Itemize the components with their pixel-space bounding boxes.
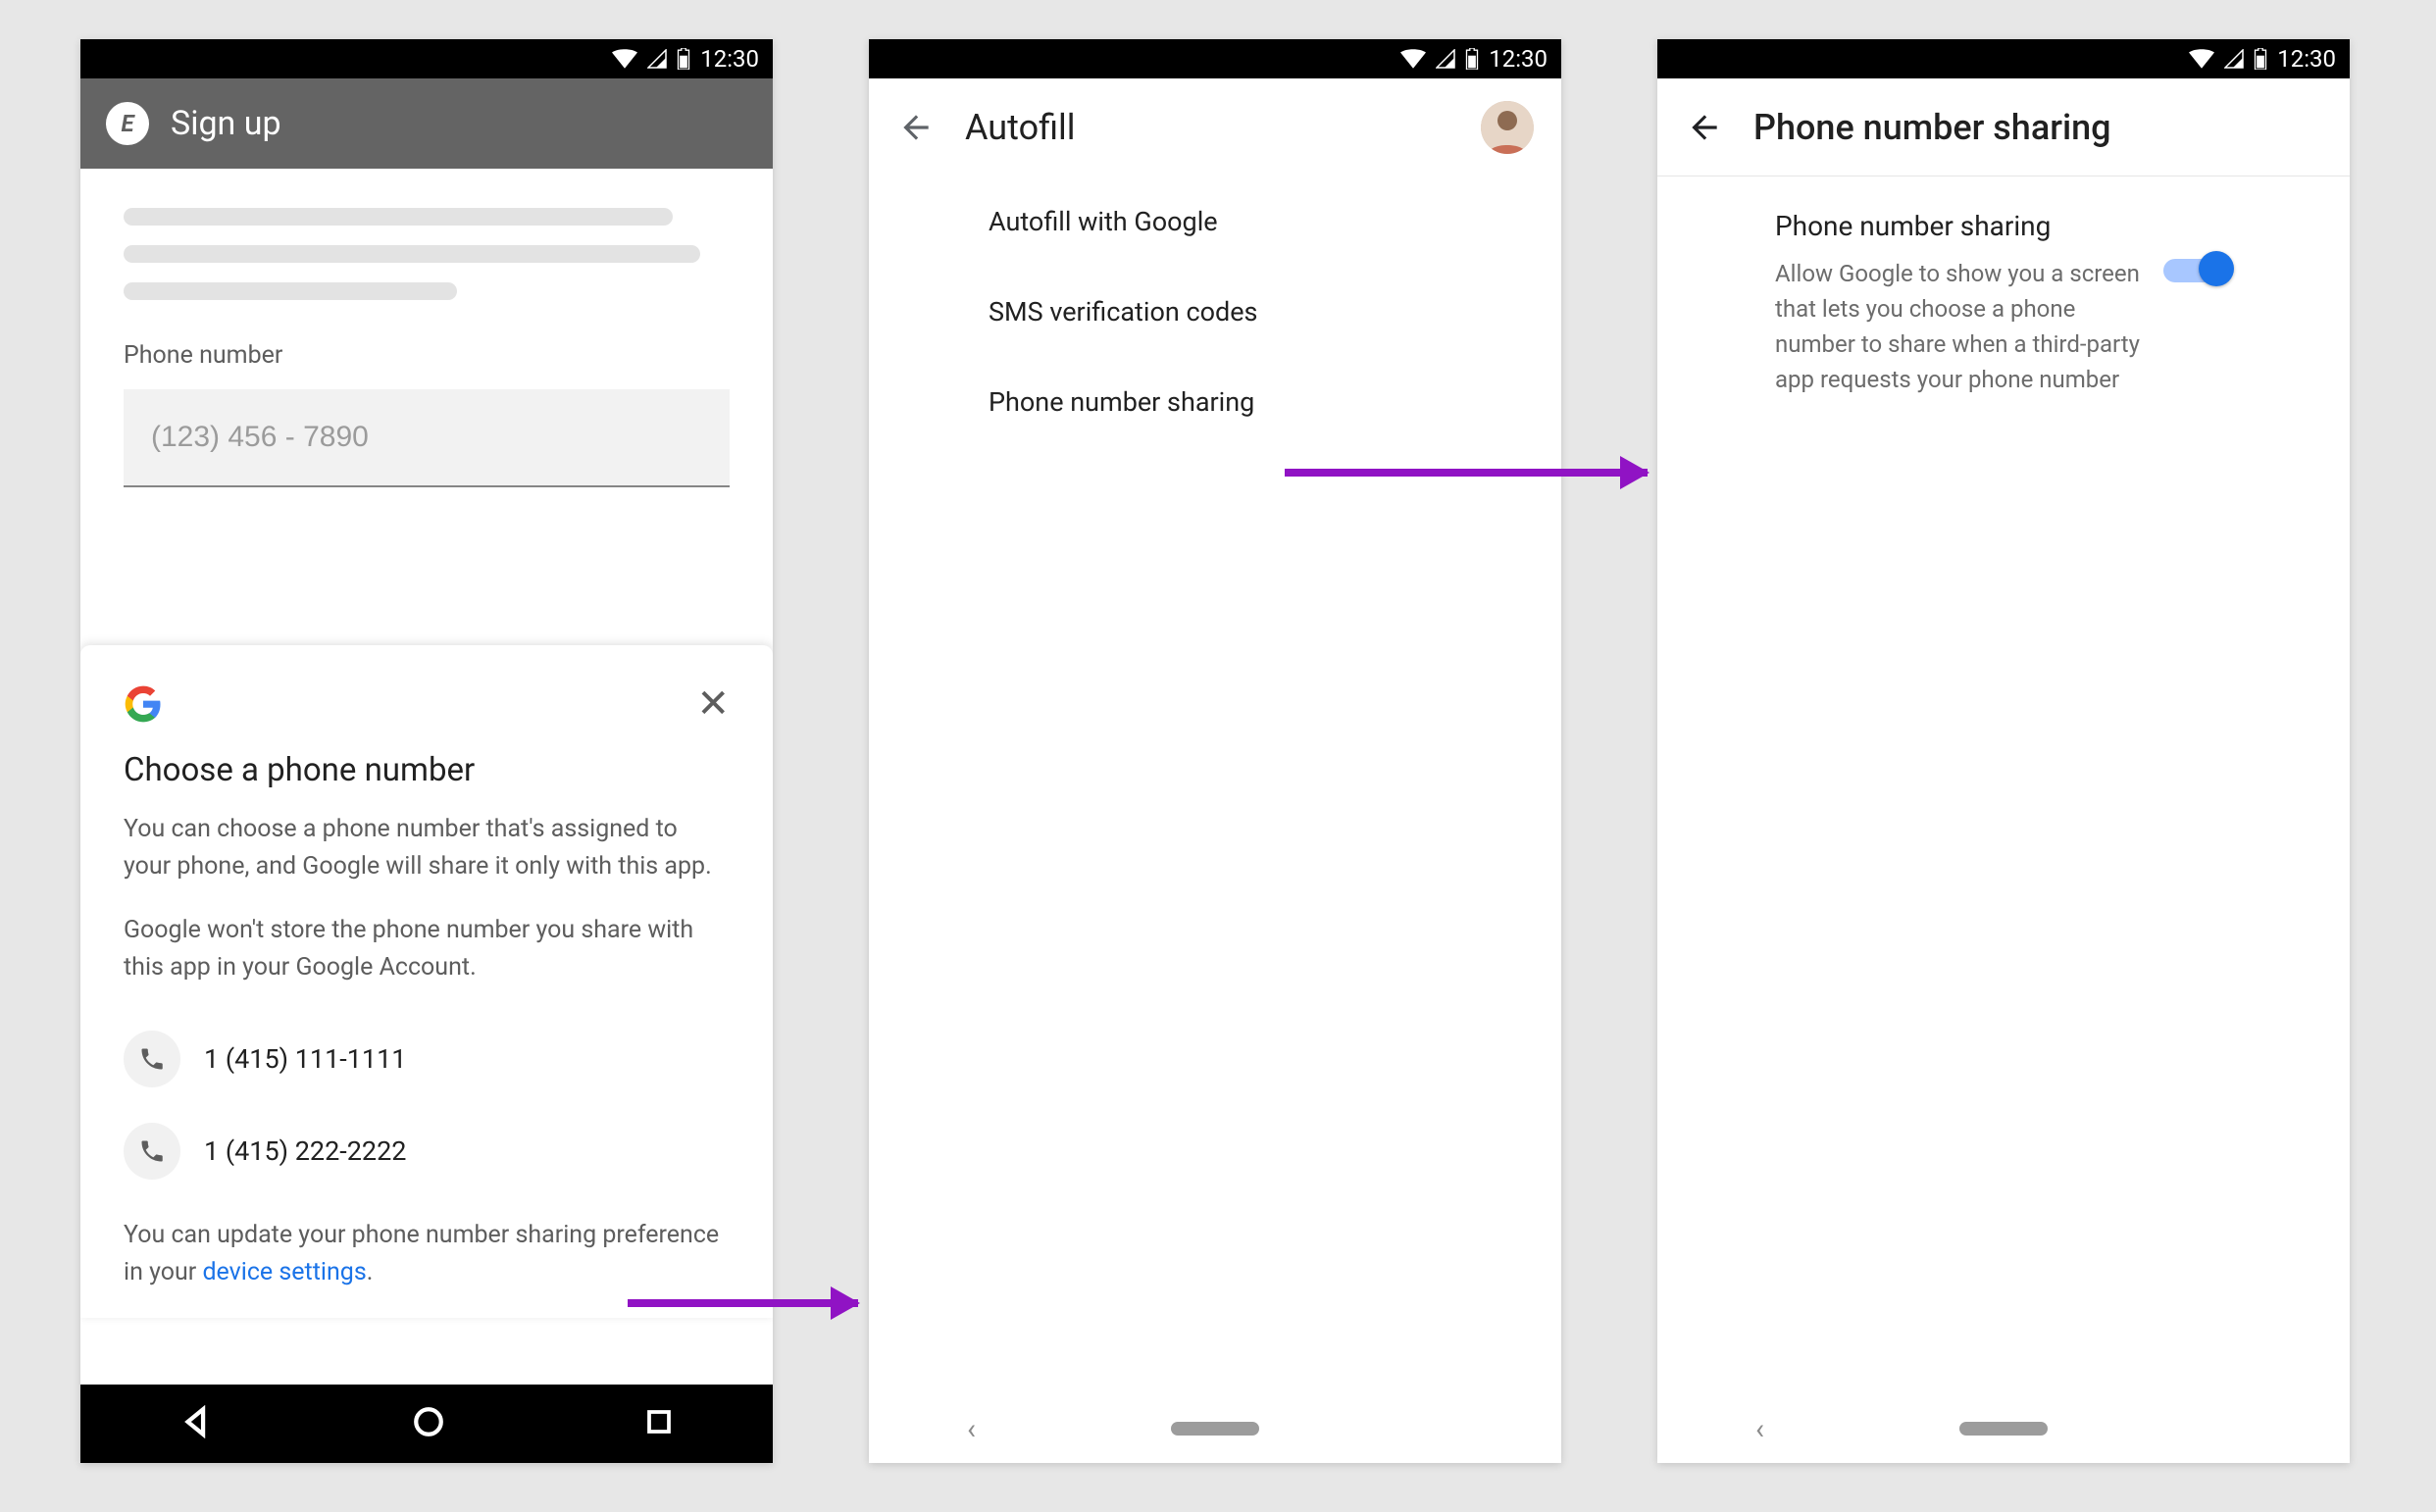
gesture-nav-bar: ‹ [1657,1394,2350,1463]
sheet-paragraph: Google won't store the phone number you … [124,912,730,985]
android-nav-bar [80,1385,773,1463]
sheet-title: Choose a phone number [124,751,730,789]
phone-picker-sheet: ✕ Choose a phone number You can choose a… [80,645,773,1318]
phone-number-option[interactable]: 1 (415) 111-1111 [124,1013,730,1105]
wifi-icon [2189,49,2214,69]
nav-back-icon[interactable] [179,1405,213,1442]
battery-icon [1465,48,1479,70]
wifi-icon [1400,49,1426,69]
settings-item-phone-sharing[interactable]: Phone number sharing [869,357,1561,447]
phone-number-label: 1 (415) 111-1111 [204,1043,406,1075]
phone-autofill-settings: 12:30 Autofill Autofill with Google SMS … [869,39,1561,1463]
nav-recents-icon[interactable] [644,1407,674,1440]
flow-arrow-icon [628,1299,858,1307]
phone-field-label: Phone number [124,341,730,370]
placeholder-line [124,282,457,300]
close-icon[interactable]: ✕ [696,684,730,724]
phone-icon [124,1123,180,1180]
nav-home-icon[interactable] [412,1405,445,1442]
phone-signup: 12:30 E Sign up Phone number ✕ Choose a … [80,39,773,1463]
device-settings-link[interactable]: device settings [202,1258,366,1286]
app-bar: Autofill [869,78,1561,176]
setting-description: Allow Google to show you a screen that l… [1775,256,2144,397]
phone-icon [124,1031,180,1087]
status-bar: 12:30 [80,39,773,78]
status-bar: 12:30 [869,39,1561,78]
settings-list: Autofill with Google SMS verification co… [869,176,1561,447]
phone-input[interactable] [124,389,730,487]
app-bar: E Sign up [80,78,773,169]
status-time: 12:30 [2277,45,2336,73]
back-arrow-icon[interactable] [896,108,936,147]
sheet-paragraph: You can choose a phone number that's ass… [124,811,730,884]
app-bar-title: Sign up [171,104,281,143]
status-bar: 12:30 [1657,39,2350,78]
phone-number-option[interactable]: 1 (415) 222-2222 [124,1105,730,1197]
nav-home-pill-icon[interactable] [1171,1422,1259,1436]
flow-arrow-icon [1285,469,1648,477]
settings-item-sms-codes[interactable]: SMS verification codes [869,267,1561,357]
app-logo-icon: E [106,102,149,145]
nav-back-chevron-icon[interactable]: ‹ [967,1412,976,1446]
app-bar: Phone number sharing [1657,78,2350,176]
app-bar-title: Phone number sharing [1753,107,2322,148]
wifi-icon [612,49,637,69]
footer-text: . [367,1258,374,1286]
setting-title: Phone number sharing [1775,210,2144,242]
cell-signal-icon [2224,49,2244,69]
sheet-footer: You can update your phone number sharing… [124,1217,730,1290]
nav-home-pill-icon[interactable] [1959,1422,2048,1436]
setting-row-phone-sharing[interactable]: Phone number sharing Allow Google to sho… [1657,176,2350,430]
battery-icon [677,48,690,70]
status-time: 12:30 [1489,45,1548,73]
phone-number-sharing-settings: 12:30 Phone number sharing Phone number … [1657,39,2350,1463]
back-arrow-icon[interactable] [1685,108,1724,147]
placeholder-line [124,208,673,226]
nav-back-chevron-icon[interactable]: ‹ [1755,1412,1764,1446]
form-area: Phone number [80,169,773,487]
app-bar-title: Autofill [965,107,1451,148]
settings-item-autofill-google[interactable]: Autofill with Google [869,176,1561,267]
cell-signal-icon [647,49,667,69]
cell-signal-icon [1436,49,1455,69]
battery-icon [2254,48,2267,70]
gesture-nav-bar: ‹ [869,1394,1561,1463]
phone-sharing-toggle[interactable] [2163,249,2232,288]
placeholder-line [124,245,700,263]
account-avatar[interactable] [1481,101,1534,154]
phone-number-label: 1 (415) 222-2222 [204,1135,406,1167]
google-logo-icon [124,684,163,724]
status-time: 12:30 [700,45,759,73]
